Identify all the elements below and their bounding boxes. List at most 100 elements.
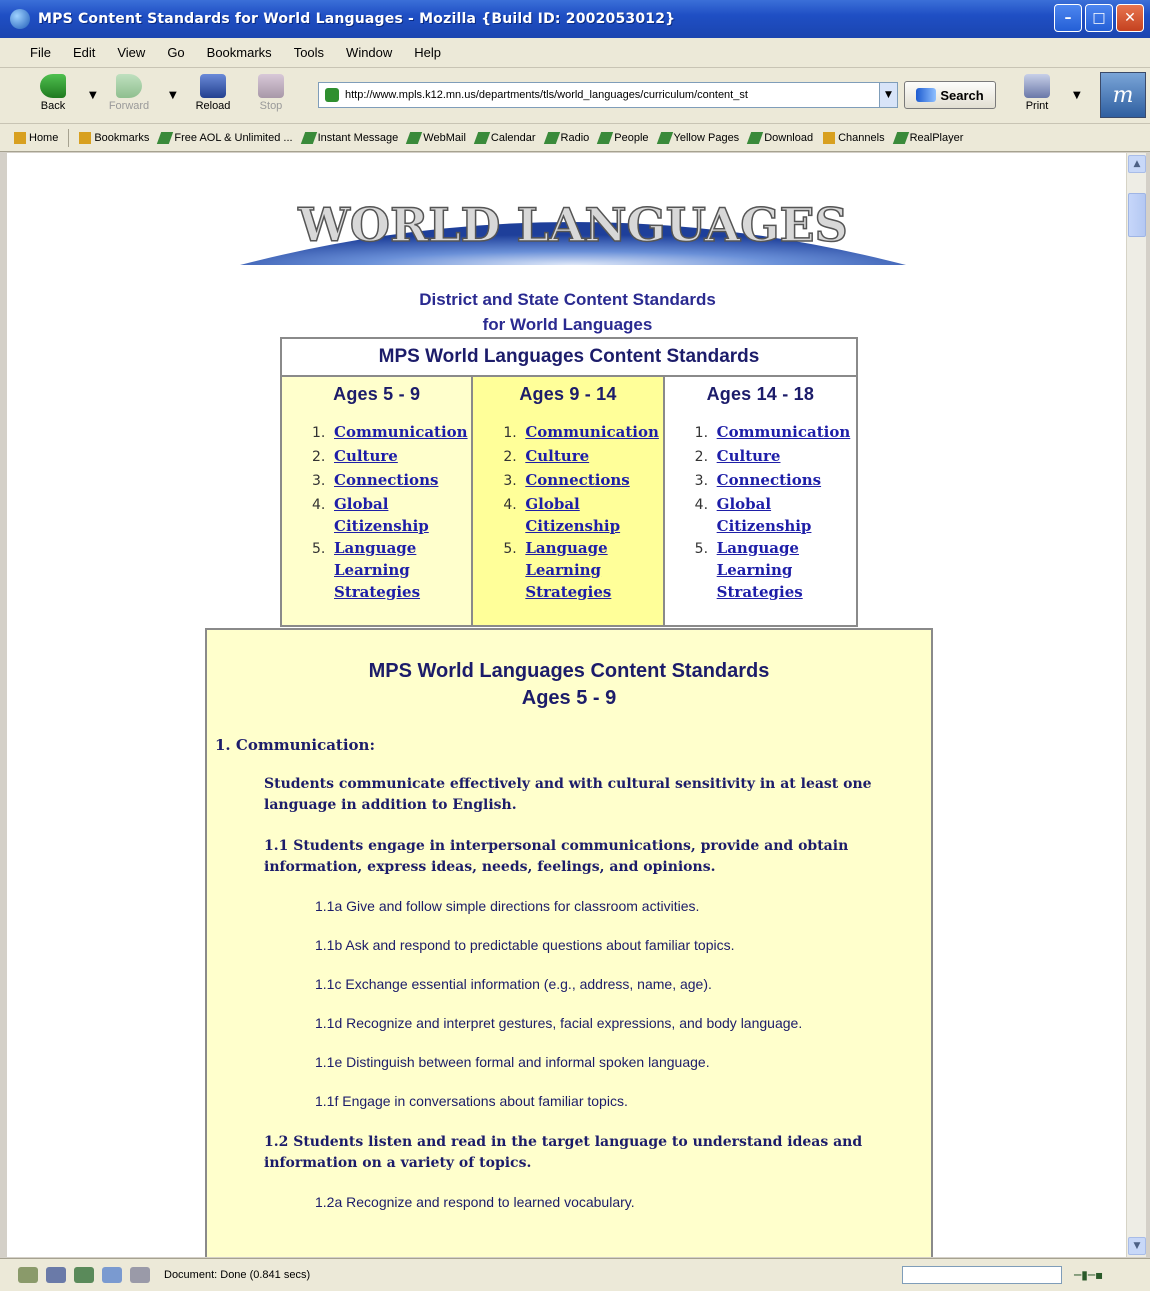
toolbar-link-download[interactable]: Download	[747, 131, 813, 144]
menu-go[interactable]: Go	[167, 45, 184, 60]
close-button[interactable]: ✕	[1116, 4, 1144, 32]
address-book-icon[interactable]	[102, 1267, 122, 1283]
toolbar-link-instant-message[interactable]: Instant Message	[300, 131, 398, 144]
standards-table-title: MPS World Languages Content Standards	[282, 339, 856, 377]
mail-icon[interactable]	[46, 1267, 66, 1283]
column-ages-9-14: Ages 9 - 14 1. Communication 2. Culture 3.…	[473, 377, 665, 625]
url-bar[interactable]: http://www.mpls.k12.mn.us/departments/tl…	[318, 82, 898, 108]
menu-window[interactable]: Window	[346, 45, 392, 60]
list-item: 1. Communication	[695, 421, 856, 445]
subtitle-line-2: for World Languages	[482, 315, 653, 334]
menu-view[interactable]: View	[117, 45, 145, 60]
list-item: 3. Connections	[695, 469, 856, 493]
toolbar-link-home[interactable]: Home	[14, 131, 59, 144]
toolbar-link-label: Home	[29, 131, 59, 144]
link-culture[interactable]: Culture	[717, 445, 781, 469]
toolbar-link-channels[interactable]: Channels	[823, 131, 885, 144]
scroll-down-icon[interactable]: ▼	[1128, 1237, 1146, 1255]
search-label: Search	[940, 87, 984, 103]
minimize-button[interactable]: –	[1054, 4, 1082, 32]
list-item: 1. Communication	[503, 421, 662, 445]
online-status-icon[interactable]: ─▮─▪	[1074, 1268, 1108, 1282]
list-item: 5. Language Learning Strategies	[503, 537, 662, 603]
item-number: 4.	[503, 497, 517, 513]
back-button[interactable]: Back	[30, 74, 76, 118]
item-number: 2.	[312, 449, 326, 465]
forward-button[interactable]: Forward	[106, 74, 152, 118]
link-global-citizenship[interactable]: Global Citizenship	[525, 493, 662, 537]
status-bar: Document: Done (0.841 secs) ─▮─▪	[0, 1258, 1150, 1291]
age-header: Ages 14 - 18	[706, 384, 815, 404]
page-viewport: WORLD LANGUAGES District and State Conte…	[7, 153, 1126, 1257]
subtitle-line-1: District and State Content Standards	[419, 290, 716, 309]
item-number: 5.	[503, 541, 517, 557]
link-language-learning-strategies[interactable]: Language Learning Strategies	[334, 537, 471, 603]
link-connections[interactable]: Connections	[525, 469, 629, 493]
scrollbar-thumb[interactable]	[1128, 193, 1146, 237]
link-communication[interactable]: Communication	[334, 421, 468, 445]
progress-bar	[902, 1266, 1062, 1284]
toolbar-link-label: Bookmarks	[94, 131, 150, 144]
benchmark-1-1c: 1.1c Exchange essential information (e.g…	[315, 976, 712, 992]
menu-help[interactable]: Help	[414, 45, 441, 60]
stop-button[interactable]: Stop	[248, 74, 294, 118]
composer-icon[interactable]	[74, 1267, 94, 1283]
menu-file[interactable]: File	[30, 45, 51, 60]
reload-icon	[200, 74, 226, 98]
toolbar-link-calendar[interactable]: Calendar	[473, 131, 536, 144]
menu-bookmarks[interactable]: Bookmarks	[207, 45, 272, 60]
toolbar-link-webmail[interactable]: WebMail	[406, 131, 466, 144]
mozilla-throbber-icon[interactable]: m	[1100, 72, 1146, 118]
window-title-bar: MPS Content Standards for World Language…	[0, 0, 1150, 38]
link-culture[interactable]: Culture	[525, 445, 589, 469]
menu-tools[interactable]: Tools	[294, 45, 324, 60]
url-dropdown-icon[interactable]: ▼	[879, 83, 897, 107]
print-dropdown[interactable]: ▼	[1073, 90, 1081, 101]
link-language-learning-strategies[interactable]: Language Learning Strategies	[525, 537, 662, 603]
chat-icon[interactable]	[130, 1267, 150, 1283]
menu-edit[interactable]: Edit	[73, 45, 95, 60]
item-number: 4.	[694, 497, 709, 513]
link-global-citizenship[interactable]: Global Citizenship	[334, 493, 471, 537]
link-communication[interactable]: Communication	[717, 421, 851, 445]
toolbar-link-bookmarks[interactable]: Bookmarks	[79, 131, 150, 144]
print-button[interactable]: Print	[1014, 74, 1060, 118]
link-language-learning-strategies[interactable]: Language Learning Strategies	[717, 537, 856, 603]
navigator-icon[interactable]	[18, 1267, 38, 1283]
scroll-up-icon[interactable]: ▲	[1128, 155, 1146, 173]
back-history-dropdown[interactable]: ▼	[89, 90, 97, 101]
toolbar-link-people[interactable]: People	[597, 131, 649, 144]
maximize-button[interactable]: □	[1085, 4, 1113, 32]
window-title: MPS Content Standards for World Language…	[38, 11, 676, 27]
list-item: 3. Connections	[503, 469, 662, 493]
url-text[interactable]: http://www.mpls.k12.mn.us/departments/tl…	[345, 89, 879, 101]
link-connections[interactable]: Connections	[334, 469, 438, 493]
toolbar-link-yellow-pages[interactable]: Yellow Pages	[656, 131, 739, 144]
item-number: 1.	[312, 425, 326, 441]
link-culture[interactable]: Culture	[334, 445, 398, 469]
panel-title-line-2: Ages 5 - 9	[521, 687, 617, 709]
channels-icon	[823, 131, 836, 144]
site-icon	[325, 88, 339, 102]
link-connections[interactable]: Connections	[717, 469, 821, 493]
reload-button[interactable]: Reload	[190, 74, 236, 118]
vertical-scrollbar[interactable]: ▲ ▼	[1126, 153, 1146, 1257]
toolbar-link-aol[interactable]: Free AOL & Unlimited ...	[157, 131, 293, 144]
search-button[interactable]: Search	[904, 81, 996, 109]
benchmark-1-1d: 1.1d Recognize and interpret gestures, f…	[315, 1015, 803, 1031]
link-communication[interactable]: Communication	[525, 421, 659, 445]
mozilla-app-icon	[10, 9, 30, 29]
toolbar-link-realplayer[interactable]: RealPlayer	[892, 131, 963, 144]
home-icon	[14, 131, 26, 144]
link-global-citizenship[interactable]: Global Citizenship	[717, 493, 856, 537]
age-header: Ages 5 - 9	[333, 384, 421, 404]
bookmark-pen-icon	[543, 131, 560, 144]
bookmark-pen-icon	[747, 131, 764, 144]
reload-label: Reload	[195, 100, 231, 112]
standards-table: MPS World Languages Content Standards Ag…	[280, 337, 858, 627]
item-number: 4.	[312, 497, 326, 513]
item-number: 3.	[694, 473, 709, 489]
panel-title: MPS World Languages Content Standards Ag…	[207, 658, 931, 712]
forward-history-dropdown[interactable]: ▼	[169, 90, 177, 101]
toolbar-link-radio[interactable]: Radio	[543, 131, 589, 144]
